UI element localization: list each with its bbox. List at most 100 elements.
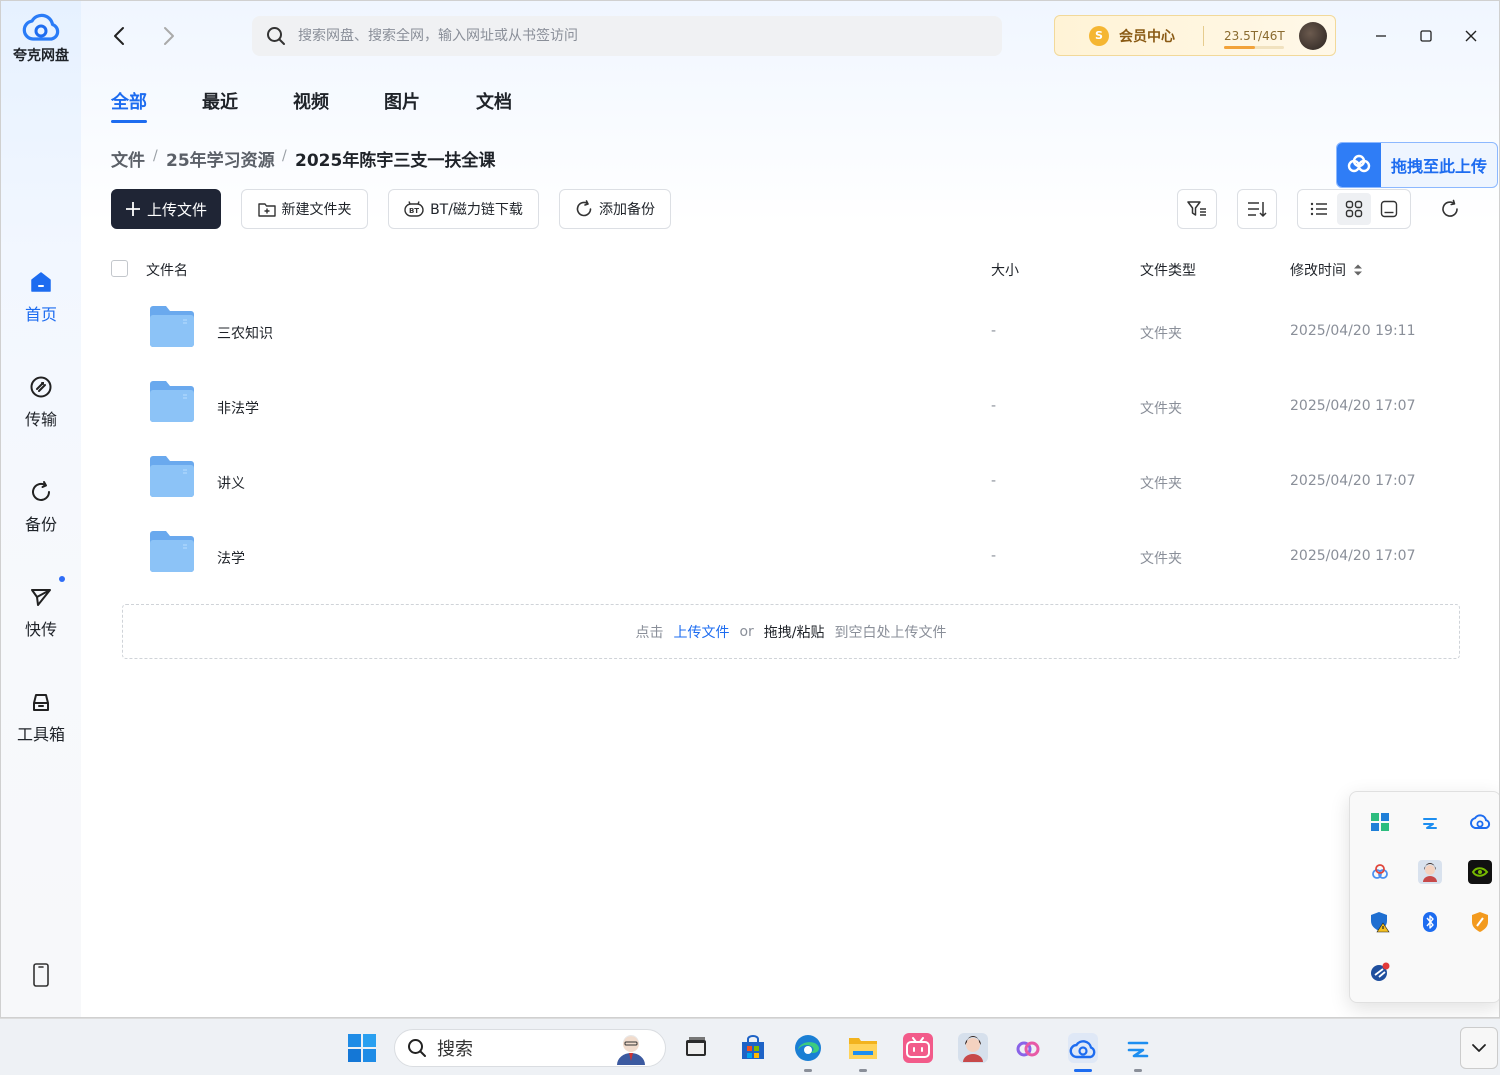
upload-file-button[interactable]: 上传文件 — [111, 189, 221, 229]
select-all-checkbox[interactable] — [111, 260, 128, 277]
sidebar-item-quick-send[interactable]: 快传 — [1, 576, 81, 640]
svg-text:BT: BT — [409, 207, 419, 215]
upload-file-label: 上传文件 — [146, 200, 207, 219]
column-header-name[interactable]: 文件名 — [146, 260, 188, 280]
tab-recent[interactable]: 最近 — [202, 88, 238, 114]
chevron-down-icon — [1472, 1044, 1486, 1052]
bilibili-icon[interactable] — [903, 1033, 933, 1063]
home-icon — [26, 267, 56, 297]
sort-button[interactable] — [1237, 189, 1277, 229]
grid-view-button[interactable] — [1336, 193, 1371, 225]
tray-quark-cloud-icon[interactable] — [1468, 810, 1492, 834]
file-name: 非法学 — [217, 401, 259, 417]
column-header-modified[interactable]: 修改时间 — [1290, 260, 1363, 280]
close-button[interactable] — [1456, 23, 1486, 49]
file-explorer-icon[interactable] — [848, 1033, 878, 1063]
vip-center-label: 会员中心 — [1119, 28, 1175, 45]
app-logo[interactable]: 夸克网盘 — [1, 11, 81, 65]
file-modified: 2025/04/20 19:11 — [1290, 323, 1416, 339]
tray-app-grid-icon[interactable] — [1368, 810, 1392, 834]
windows-start-icon[interactable] — [347, 1033, 377, 1063]
tray-bluetooth-icon[interactable] — [1418, 910, 1442, 934]
sidebar-item-label: 工具箱 — [16, 725, 65, 744]
file-type: 文件夹 — [1140, 326, 1182, 342]
table-row[interactable]: 三农知识 - 文件夹 2025/04/20 19:11 — [111, 294, 1461, 369]
filter-button[interactable] — [1177, 189, 1217, 229]
upload-dropzone[interactable]: 点击 上传文件 or 拖拽/粘贴 到空白处上传文件 — [122, 604, 1460, 659]
dropzone-prefix: 点击 — [635, 624, 664, 641]
dropzone-suffix: 到空白处上传文件 — [834, 624, 947, 641]
tab-video[interactable]: 视频 — [293, 88, 329, 114]
tray-app-shield-icon[interactable] — [1468, 910, 1492, 934]
tray-sync-alert-icon[interactable] — [1368, 960, 1392, 984]
file-modified: 2025/04/20 17:07 — [1290, 473, 1416, 489]
new-folder-button[interactable]: 新建文件夹 — [241, 189, 368, 229]
preview-view-button[interactable] — [1372, 193, 1406, 225]
baidu-netdisk-icon[interactable] — [1013, 1033, 1043, 1063]
tray-nvidia-icon[interactable] — [1468, 860, 1492, 884]
tray-security-warning-icon[interactable] — [1368, 910, 1392, 934]
tray-overflow-button[interactable] — [1460, 1027, 1498, 1069]
quark-drive-icon[interactable] — [1068, 1033, 1098, 1063]
sidebar-item-transfer[interactable]: 传输 — [1, 372, 81, 430]
phone-icon[interactable] — [28, 961, 54, 989]
column-header-size[interactable]: 大小 — [991, 260, 1019, 280]
forward-button[interactable] — [157, 23, 181, 49]
backup-icon — [575, 200, 593, 218]
grid-view-icon — [1345, 200, 1363, 218]
drag-upload-button[interactable]: 拖拽至此上传 — [1336, 142, 1498, 188]
tab-active-underline — [111, 120, 147, 123]
search-icon — [408, 1039, 426, 1057]
list-view-button[interactable] — [1302, 193, 1336, 225]
running-indicator — [804, 1069, 812, 1072]
sidebar-item-toolbox[interactable]: 工具箱 — [1, 687, 81, 745]
dropzone-upload-link[interactable]: 上传文件 — [673, 622, 729, 642]
search-icon — [267, 27, 285, 45]
storage-indicator[interactable]: 23.5T/46T — [1224, 29, 1285, 49]
avatar-app-icon[interactable] — [958, 1033, 988, 1063]
table-row[interactable]: 讲义 - 文件夹 2025/04/20 17:07 — [111, 444, 1461, 519]
tray-baidu-cloud-icon[interactable] — [1368, 860, 1392, 884]
table-row[interactable]: 法学 - 文件夹 2025/04/20 17:07 — [111, 519, 1461, 594]
back-button[interactable] — [107, 23, 131, 49]
add-backup-button[interactable]: 添加备份 — [559, 189, 671, 229]
sidebar-item-backup[interactable]: 备份 — [1, 477, 81, 535]
table-row[interactable]: 非法学 - 文件夹 2025/04/20 17:07 — [111, 369, 1461, 444]
tray-cloud-drive-icon[interactable] — [1418, 810, 1442, 834]
app-window: 夸克网盘 首页 传输 备份 快传 工具箱 搜索网盘、搜索全网，输入网址或从书签访… — [0, 0, 1500, 1018]
search-input[interactable] — [298, 28, 978, 44]
breadcrumb-item-parent[interactable]: 25年学习资源 — [166, 146, 275, 171]
toolbox-icon — [26, 687, 56, 717]
search-highlight-icon — [617, 1035, 645, 1065]
edge-browser-icon[interactable] — [793, 1033, 823, 1063]
vip-center[interactable]: S 会员中心 23.5T/46T — [1054, 15, 1336, 56]
breadcrumb-item-root[interactable]: 文件 — [111, 146, 145, 171]
list-view-icon — [1311, 202, 1328, 216]
preview-view-icon — [1380, 200, 1397, 218]
sidebar-item-label: 传输 — [24, 410, 57, 429]
task-view-icon[interactable] — [681, 1033, 711, 1063]
tab-document[interactable]: 文档 — [476, 88, 512, 114]
new-folder-icon — [257, 201, 276, 217]
sidebar-item-home[interactable]: 首页 — [1, 267, 81, 325]
new-folder-label: 新建文件夹 — [281, 202, 352, 218]
folder-icon — [150, 381, 194, 422]
file-name: 讲义 — [217, 476, 245, 492]
taskbar-search[interactable]: 搜索 — [394, 1029, 666, 1067]
bt-magnet-icon: BT — [404, 201, 424, 217]
tab-all[interactable]: 全部 — [111, 88, 147, 114]
file-size: - — [991, 473, 997, 489]
refresh-button[interactable] — [1436, 197, 1464, 221]
bt-download-button[interactable]: BT BT/磁力链下载 — [388, 189, 539, 229]
search-bar[interactable] — [252, 16, 1002, 56]
tab-image[interactable]: 图片 — [384, 88, 420, 114]
maximize-button[interactable] — [1411, 23, 1441, 49]
divider — [1203, 25, 1204, 46]
avatar[interactable] — [1299, 22, 1327, 50]
tray-avatar-app-icon[interactable] — [1418, 860, 1442, 884]
minimize-button[interactable] — [1366, 23, 1396, 49]
microsoft-store-icon[interactable] — [738, 1033, 768, 1063]
file-size: - — [991, 323, 997, 339]
column-header-type[interactable]: 文件类型 — [1140, 260, 1196, 280]
cloud-drive-taskbar-icon[interactable] — [1123, 1033, 1153, 1063]
